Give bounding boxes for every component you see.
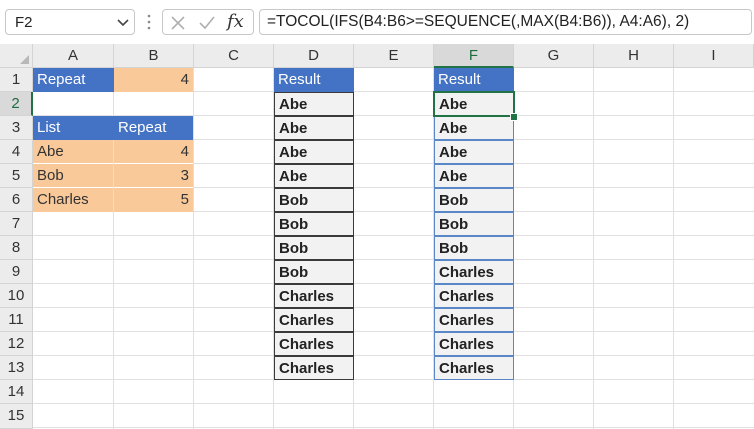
- column-header-d[interactable]: D: [274, 44, 354, 68]
- column-header-c[interactable]: C: [194, 44, 274, 68]
- row-header-13[interactable]: 13: [0, 356, 33, 380]
- cell-f9[interactable]: Charles: [434, 260, 514, 284]
- cell-d9[interactable]: Bob: [274, 260, 354, 284]
- cell-f13[interactable]: Charles: [434, 356, 514, 380]
- cell-a4[interactable]: Abe: [33, 140, 113, 164]
- cell-b5[interactable]: 3: [114, 164, 193, 188]
- gridline: [33, 403, 754, 404]
- cell-f10[interactable]: Charles: [434, 284, 514, 308]
- cell-a5[interactable]: Bob: [33, 164, 113, 188]
- column-header-h[interactable]: H: [594, 44, 674, 68]
- cell-f6[interactable]: Bob: [434, 188, 514, 212]
- row-header-15[interactable]: 15: [0, 404, 33, 429]
- cell-d7[interactable]: Bob: [274, 212, 354, 236]
- formula-bar: F2 fx =TOCOL(IFS(B4:B6>=SEQUENCE(,MAX(B4…: [0, 0, 754, 44]
- gridline: [33, 307, 754, 308]
- gridline: [193, 68, 194, 429]
- gridline: [593, 68, 594, 429]
- cell-d6[interactable]: Bob: [274, 188, 354, 212]
- cell-a3[interactable]: List: [33, 116, 114, 140]
- column-header-e[interactable]: E: [354, 44, 434, 68]
- cell-b3[interactable]: Repeat: [114, 116, 193, 140]
- gridline: [33, 283, 754, 284]
- row-header-2[interactable]: 2: [0, 92, 33, 116]
- column-header-g[interactable]: G: [514, 44, 594, 68]
- cell-d2[interactable]: Abe: [274, 92, 354, 116]
- column-header-b[interactable]: B: [114, 44, 194, 68]
- gridline: [33, 331, 754, 332]
- formula-text: =TOCOL(IFS(B4:B6>=SEQUENCE(,MAX(B4:B6)),…: [267, 13, 690, 30]
- cell-f2[interactable]: Abe: [433, 91, 515, 117]
- cell-a6[interactable]: Charles: [33, 188, 113, 212]
- row-header-4[interactable]: 4: [0, 140, 33, 164]
- cancel-icon[interactable]: [168, 13, 188, 33]
- row-header-8[interactable]: 8: [0, 236, 33, 260]
- gridline: [33, 427, 754, 428]
- cell-b1[interactable]: 4: [114, 68, 193, 92]
- cell-d4[interactable]: Abe: [274, 140, 354, 164]
- cell-b4[interactable]: 4: [114, 140, 193, 164]
- gridline: [673, 68, 674, 429]
- row-header-1[interactable]: 1: [0, 68, 33, 92]
- cell-f12[interactable]: Charles: [434, 332, 514, 356]
- cell-f1[interactable]: Result: [434, 68, 514, 92]
- cell-b6[interactable]: 5: [114, 188, 193, 212]
- cell-f4[interactable]: Abe: [434, 140, 514, 164]
- insert-function-icon[interactable]: fx: [227, 11, 247, 32]
- row-header-12[interactable]: 12: [0, 332, 33, 356]
- cell-f7[interactable]: Bob: [434, 212, 514, 236]
- name-box[interactable]: F2: [5, 9, 135, 35]
- gridline: [33, 379, 754, 380]
- name-box-value: F2: [15, 14, 33, 31]
- cell-d11[interactable]: Charles: [274, 308, 354, 332]
- formula-input[interactable]: =TOCOL(IFS(B4:B6>=SEQUENCE(,MAX(B4:B6)),…: [259, 9, 752, 35]
- row-header-5[interactable]: 5: [0, 164, 33, 188]
- row-header-6[interactable]: 6: [0, 188, 33, 212]
- spreadsheet-grid: A B C D E F G H I 1 2 3 4 5 6 7 8 9 10 1…: [0, 44, 754, 429]
- row-header-7[interactable]: 7: [0, 212, 33, 236]
- row-header-10[interactable]: 10: [0, 284, 33, 308]
- cell-d3[interactable]: Abe: [274, 116, 354, 140]
- cell-d10[interactable]: Charles: [274, 284, 354, 308]
- cell-d13[interactable]: Charles: [274, 356, 354, 380]
- formula-buttons: fx: [162, 9, 254, 35]
- cell-d12[interactable]: Charles: [274, 332, 354, 356]
- cell-d5[interactable]: Abe: [274, 164, 354, 188]
- gridline: [33, 235, 754, 236]
- cell-f3[interactable]: Abe: [434, 116, 514, 140]
- select-all-corner[interactable]: [0, 44, 33, 68]
- row-header-14[interactable]: 14: [0, 380, 33, 404]
- column-header-f[interactable]: F: [434, 44, 514, 68]
- cell-f8[interactable]: Bob: [434, 236, 514, 260]
- drag-handle-icon[interactable]: [147, 11, 151, 33]
- enter-check-icon[interactable]: [197, 13, 217, 33]
- cell-d1[interactable]: Result: [274, 68, 354, 92]
- row-header-9[interactable]: 9: [0, 260, 33, 284]
- gridline: [33, 259, 754, 260]
- cell-f5[interactable]: Abe: [434, 164, 514, 188]
- row-header-3[interactable]: 3: [0, 116, 33, 140]
- cell-f11[interactable]: Charles: [434, 308, 514, 332]
- column-header-i[interactable]: I: [674, 44, 754, 68]
- column-header-a[interactable]: A: [33, 44, 114, 68]
- row-header-11[interactable]: 11: [0, 308, 33, 332]
- chevron-down-icon[interactable]: [115, 14, 131, 30]
- gridline: [33, 355, 754, 356]
- cell-a1[interactable]: Repeat: [33, 68, 114, 92]
- fill-handle[interactable]: [510, 113, 518, 121]
- cell-d8[interactable]: Bob: [274, 236, 354, 260]
